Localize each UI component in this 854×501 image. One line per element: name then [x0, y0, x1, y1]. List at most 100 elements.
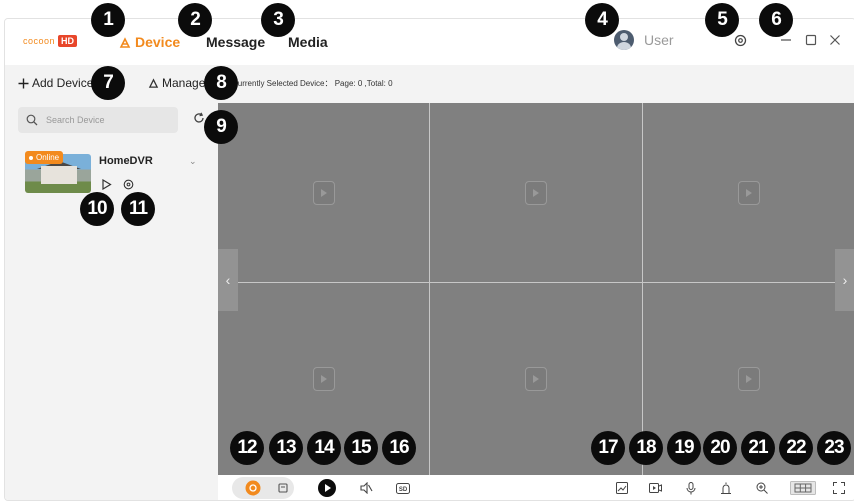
- refresh-icon: [194, 112, 204, 123]
- search-box[interactable]: [18, 107, 178, 133]
- callout-badge: 8: [204, 66, 238, 100]
- callout-badge: 10: [80, 192, 114, 226]
- grid-layout-icon: [790, 481, 816, 495]
- alarm-icon: [721, 482, 731, 494]
- control-bar: SD: [218, 475, 854, 500]
- live-record-button[interactable]: [244, 479, 262, 497]
- user-name: User: [644, 32, 674, 48]
- save-icon: [278, 483, 288, 493]
- callout-badge: 5: [705, 3, 739, 37]
- video-cell[interactable]: [218, 103, 430, 283]
- settings-button[interactable]: [731, 31, 749, 49]
- add-device-label: Add Device: [32, 76, 94, 90]
- callout-badge: 1: [91, 3, 125, 37]
- snapshot-button[interactable]: [613, 479, 631, 497]
- settings-icon: [123, 179, 134, 190]
- device-sidebar: Online HomeDVR ⌄: [5, 103, 218, 500]
- device-item[interactable]: Online HomeDVR ⌄: [25, 151, 205, 211]
- callout-badge: 21: [741, 431, 775, 465]
- tab-media-label: Media: [288, 34, 328, 50]
- zoom-button[interactable]: [753, 479, 771, 497]
- callout-badge: 11: [121, 192, 155, 226]
- play-icon: [102, 178, 112, 191]
- video-record-button[interactable]: [646, 479, 664, 497]
- svg-text:SD: SD: [399, 487, 408, 493]
- mute-icon: [359, 482, 372, 494]
- close-button[interactable]: [826, 31, 844, 49]
- status-text: Online: [36, 153, 60, 162]
- tab-message[interactable]: Message: [206, 34, 265, 50]
- device-name: HomeDVR: [99, 155, 153, 167]
- grid-layout-button[interactable]: [789, 479, 817, 497]
- video-cell[interactable]: [430, 103, 643, 283]
- play-placeholder-icon: [738, 367, 760, 391]
- logo-badge: HD: [58, 35, 78, 47]
- video-grid: ‹ ›: [218, 103, 854, 475]
- play-icon: [318, 479, 336, 497]
- callout-badge: 15: [344, 431, 378, 465]
- fullscreen-icon: [833, 482, 845, 494]
- device-toolbar: Add Device Manage Currently Selected Dev…: [5, 65, 854, 103]
- sd-button[interactable]: SD: [394, 479, 412, 497]
- microphone-button[interactable]: [682, 479, 700, 497]
- tab-media[interactable]: Media: [288, 34, 328, 50]
- callout-badge: 17: [591, 431, 625, 465]
- chevron-left-icon: ‹: [225, 272, 231, 288]
- settings-icon: [734, 34, 746, 46]
- snapshot-icon: [616, 482, 628, 494]
- maximize-icon: [805, 34, 817, 46]
- tab-device[interactable]: Device: [119, 34, 180, 50]
- manage-button[interactable]: Manage: [148, 76, 205, 90]
- callout-badge: 13: [269, 431, 303, 465]
- app-logo: cocoon HD: [23, 34, 78, 48]
- user-avatar-icon: [614, 30, 634, 50]
- maximize-button[interactable]: [802, 31, 820, 49]
- manage-icon: [148, 77, 159, 88]
- close-icon: [830, 35, 840, 45]
- status-badge: Online: [25, 151, 64, 164]
- page-info: Page: 0 ,Total: 0: [334, 79, 393, 88]
- callout-badge: 9: [204, 110, 238, 144]
- callout-badge: 12: [230, 431, 264, 465]
- plus-icon: [18, 78, 29, 88]
- selected-device-label: Currently Selected Device：: [232, 79, 333, 88]
- logo-word: cocoon: [23, 36, 56, 46]
- prev-page-button[interactable]: ‹: [218, 249, 238, 311]
- user-menu[interactable]: User: [614, 30, 674, 50]
- callout-badge: 2: [178, 3, 212, 37]
- callout-badge: 19: [667, 431, 701, 465]
- callout-badge: 14: [307, 431, 341, 465]
- alarm-button[interactable]: [717, 479, 735, 497]
- video-cell[interactable]: [643, 103, 854, 283]
- callout-badge: 22: [779, 431, 813, 465]
- play-placeholder-icon: [312, 367, 335, 391]
- device-icon: [119, 37, 131, 49]
- callout-badge: 16: [382, 431, 416, 465]
- search-icon: [26, 114, 38, 126]
- tab-message-label: Message: [206, 34, 266, 50]
- zoom-icon: [756, 482, 768, 494]
- callout-badge: 18: [629, 431, 663, 465]
- selected-device-info: Currently Selected Device： Page: 0 ,Tota…: [232, 78, 393, 89]
- sd-icon: SD: [396, 482, 410, 494]
- mute-button[interactable]: [357, 479, 375, 497]
- video-record-icon: [648, 483, 662, 493]
- chevron-right-icon: ›: [842, 272, 848, 288]
- callout-badge: 20: [703, 431, 737, 465]
- chevron-down-icon[interactable]: ⌄: [189, 156, 197, 167]
- search-input[interactable]: [44, 114, 168, 126]
- play-placeholder-icon: [525, 367, 547, 391]
- record-icon: [245, 480, 261, 496]
- play-all-button[interactable]: [318, 479, 336, 497]
- storage-button[interactable]: [274, 479, 292, 497]
- app-window: cocoon HD Device Message Media User Add …: [4, 18, 854, 501]
- callout-badge: 4: [585, 3, 619, 37]
- next-page-button[interactable]: ›: [835, 249, 854, 311]
- callout-badge: 23: [817, 431, 851, 465]
- play-placeholder-icon: [525, 180, 547, 205]
- manage-label: Manage: [162, 76, 206, 90]
- play-placeholder-icon: [738, 180, 760, 205]
- microphone-icon: [686, 481, 696, 494]
- fullscreen-button[interactable]: [830, 479, 848, 497]
- add-device-button[interactable]: Add Device: [18, 76, 93, 90]
